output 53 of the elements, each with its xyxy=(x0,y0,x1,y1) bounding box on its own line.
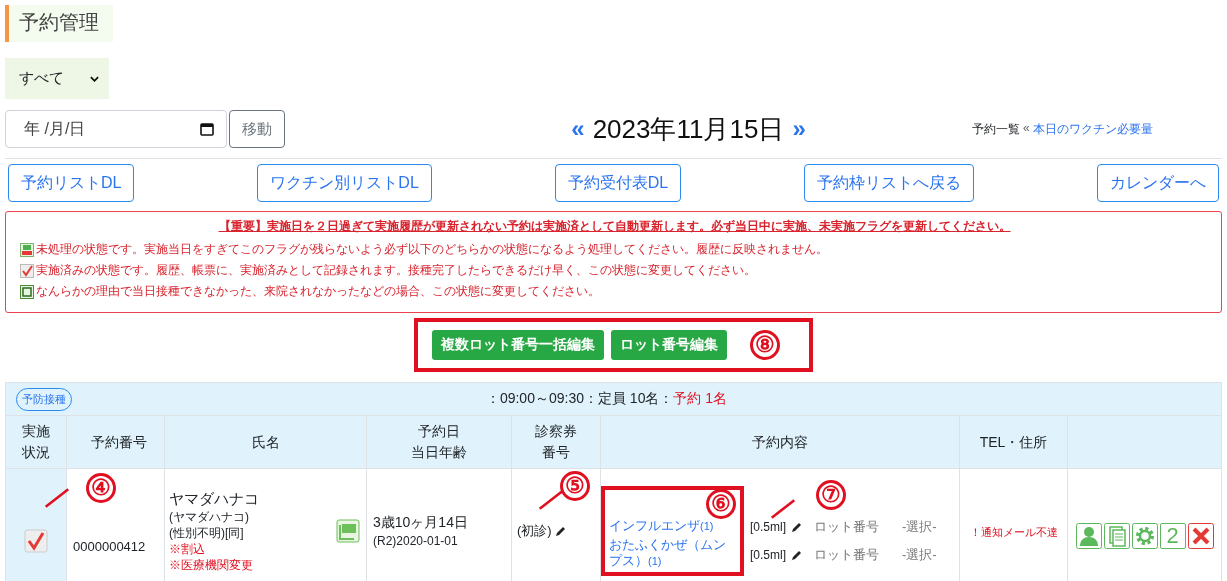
page-title: 予約管理 xyxy=(5,5,113,42)
lot-select[interactable]: -選択- xyxy=(902,518,937,536)
column-header: 予約日 当日年齢 xyxy=(411,423,467,460)
outline-button[interactable]: 予約枠リストへ戻る xyxy=(804,164,975,202)
column-header: 予約番号 xyxy=(90,433,147,450)
callout-number: ⑥ xyxy=(706,489,736,519)
reserved-count: 予約 1名 xyxy=(673,390,728,406)
outline-button[interactable]: カレンダーへ xyxy=(1097,164,1219,202)
prev-day-link[interactable]: « xyxy=(571,115,585,143)
date-field[interactable]: 年 /月/日 xyxy=(5,110,227,148)
lot-select[interactable]: -選択- xyxy=(902,546,937,564)
ticket-number: (初診) xyxy=(517,522,552,540)
contact-warning: ！通知メール不達 xyxy=(969,525,1058,538)
notice-text: 未処理の状態です。実施当日をすぎてこのフラグが残らないよう必ず以下のどちらかの状態になるよう処理してください。履歴に反映されません。 xyxy=(36,241,828,258)
lot-edit-button[interactable]: 複数ロット番号一括編集 xyxy=(432,330,604,360)
patient-detail: (ヤマダハナコ) xyxy=(169,509,250,525)
outline-button[interactable]: 予約リストDL xyxy=(8,164,135,202)
age: 3歳10ヶ月14日 xyxy=(373,513,468,530)
dose-amount: [0.5ml] xyxy=(750,548,786,562)
outline-button[interactable]: 予約受付表DL xyxy=(554,164,682,202)
breadcrumb-separator: « xyxy=(1023,120,1030,137)
patient-name: ヤマダハナコ xyxy=(169,489,259,509)
notice-text: 実施済みの状態です。履歴、帳票に、実施済みとして記録されます。接種完了したらできるだけ早く、この状態に変更してください。 xyxy=(36,262,756,279)
next-day-link[interactable]: » xyxy=(792,115,806,143)
vaccine-link[interactable]: おたふくかぜ（ムンプス）(1) xyxy=(609,537,734,569)
notice-text: なんらかの理由で当日接種できなかった、来院されなかったなどの場合、この状態に変更してください。 xyxy=(36,283,600,300)
callout-number: ⑧ xyxy=(750,330,780,360)
column-header: 診察券 番号 xyxy=(535,423,577,460)
breadcrumb-link[interactable]: 本日のワクチン必要量 xyxy=(1032,120,1153,138)
column-header: 実施 状況 xyxy=(22,423,50,460)
callout-number: ⑤ xyxy=(560,471,590,501)
vaccine-link[interactable]: インフルエンザ(1) xyxy=(609,518,734,534)
column-header: 氏名 xyxy=(251,433,280,450)
move-button[interactable]: 移動 xyxy=(229,110,285,148)
patient-detail: (性別不明)[同] xyxy=(169,525,245,541)
outline-button[interactable]: ワクチン別リストDL xyxy=(257,164,432,202)
callout-number: ⑦ xyxy=(816,480,846,510)
lot-label: ロット番号 xyxy=(814,546,879,564)
flag-note: ※医療機関変更 xyxy=(169,557,254,573)
reservation-number: 0000000412 xyxy=(73,538,146,554)
flag-note: ※割込 xyxy=(169,541,206,557)
callout-number: ④ xyxy=(86,473,116,503)
breadcrumb-current: 予約一覧 xyxy=(972,120,1020,138)
birth-date: (R2)2020-01-01 xyxy=(373,533,458,548)
slot-time: ：09:00～09:30：定員 10名： xyxy=(485,390,674,406)
lot-edit-button[interactable]: ロット番号編集 xyxy=(611,330,727,360)
column-header: TEL・住所 xyxy=(979,433,1048,450)
count-button[interactable]: 2 xyxy=(1159,523,1186,549)
dose-amount: [0.5ml] xyxy=(750,520,786,534)
current-date: 2023年11月15日 xyxy=(592,112,785,146)
column-header: 予約内容 xyxy=(752,433,808,450)
lot-label: ロット番号 xyxy=(814,518,879,536)
filter-select[interactable]: すべて xyxy=(5,58,109,99)
